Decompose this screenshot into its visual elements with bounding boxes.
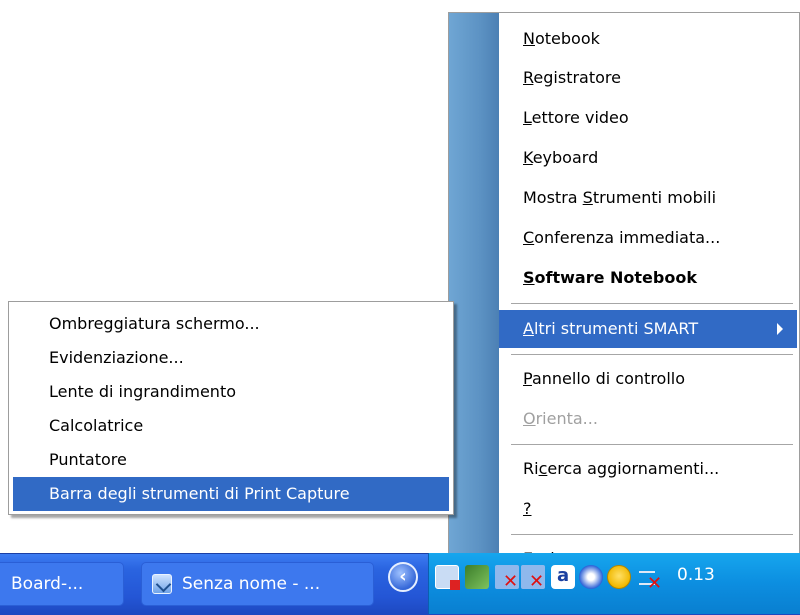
network-x-icon[interactable]: ✕ bbox=[521, 565, 545, 591]
submenu-item-calcolatrice[interactable]: Calcolatrice bbox=[13, 409, 449, 443]
access-key: K bbox=[523, 148, 533, 167]
menu-separator bbox=[511, 444, 793, 445]
smart-tray-context-menu: Notebook Registratore Lettore video Keyb… bbox=[448, 12, 800, 590]
access-key: R bbox=[523, 68, 534, 87]
menu-sidebar-strip bbox=[449, 13, 499, 589]
access-key: N bbox=[523, 29, 535, 48]
adobe-icon[interactable] bbox=[551, 565, 575, 589]
access-key: C bbox=[523, 228, 535, 247]
access-key: ? bbox=[523, 499, 532, 518]
network-disabled-icon[interactable] bbox=[435, 565, 460, 590]
tray-clock[interactable]: 0.13 bbox=[677, 565, 715, 585]
menu-separator bbox=[511, 303, 793, 304]
menu-item-text: annello di controllo bbox=[531, 369, 686, 388]
access-key: S bbox=[523, 268, 535, 287]
network-x-icon[interactable]: ✕ bbox=[495, 565, 519, 591]
menu-item-altri-strumenti-smart[interactable]: Altri strumenti SMART bbox=[499, 310, 797, 348]
menu-item-text: onferenza immediata... bbox=[534, 228, 721, 247]
smart-board-icon[interactable] bbox=[465, 565, 489, 589]
menu-item-text: trumenti mobili bbox=[592, 188, 717, 207]
access-key: A bbox=[523, 319, 534, 338]
menu-item-strumenti-mobili[interactable]: Mostra Strumenti mobili bbox=[511, 179, 797, 217]
altri-strumenti-submenu: Ombreggiatura schermo... Evidenziazione.… bbox=[8, 301, 454, 515]
menu-item-text: Ri bbox=[523, 459, 539, 478]
menu-item-text: otebook bbox=[534, 29, 600, 48]
menu-item-text: Mostra bbox=[523, 188, 583, 207]
tray-expand-chevron-icon[interactable]: ‹ bbox=[388, 562, 418, 592]
menu-item-pannello-di-controllo[interactable]: Pannello di controllo bbox=[511, 360, 797, 398]
submenu-item-evidenziazione[interactable]: Evidenziazione... bbox=[13, 341, 449, 375]
taskbar-button-label: Senza nome - ... bbox=[182, 574, 321, 594]
submenu-arrow-icon bbox=[777, 323, 783, 335]
menu-item-text: ettore video bbox=[531, 108, 629, 127]
menu-item-text: rienta... bbox=[535, 409, 598, 428]
menu-item-text: eyboard bbox=[532, 148, 599, 167]
menu-item-lettore-video[interactable]: Lettore video bbox=[511, 99, 797, 137]
taskbar-button-senza-nome[interactable]: Senza nome - ... bbox=[141, 562, 374, 606]
submenu-item-puntatore[interactable]: Puntatore bbox=[13, 443, 449, 477]
menu-item-keyboard[interactable]: Keyboard bbox=[511, 139, 797, 177]
connection-x-icon[interactable]: ✕ bbox=[637, 565, 662, 593]
menu-separator bbox=[511, 354, 793, 355]
menu-item-orienta: Orienta... bbox=[511, 400, 797, 438]
menu-item-software-notebook[interactable]: Software Notebook bbox=[511, 259, 797, 297]
access-key: O bbox=[523, 409, 536, 428]
access-key: P bbox=[523, 369, 532, 388]
access-key: S bbox=[582, 188, 593, 207]
taskbar-button-board[interactable]: Board-... bbox=[0, 562, 124, 606]
system-tray: ✕ ✕ ✕ 0.13 bbox=[428, 553, 800, 614]
notebook-app-icon bbox=[152, 574, 172, 594]
menu-item-text: egistratore bbox=[533, 68, 621, 87]
smiley-icon[interactable] bbox=[607, 565, 631, 589]
menu-item-help[interactable]: ? bbox=[511, 490, 797, 528]
menu-item-text: erca aggiornamenti... bbox=[547, 459, 720, 478]
menu-item-registratore[interactable]: Registratore bbox=[511, 59, 797, 97]
submenu-item-print-capture[interactable]: Barra degli strumenti di Print Capture bbox=[13, 477, 449, 511]
info-icon[interactable] bbox=[579, 565, 603, 589]
menu-item-text: oftware Notebook bbox=[534, 268, 697, 287]
menu-item-text: ltri strumenti SMART bbox=[533, 319, 699, 338]
menu-item-conferenza[interactable]: Conferenza immediata... bbox=[511, 219, 797, 257]
menu-separator bbox=[511, 534, 793, 535]
submenu-item-ombreggiatura[interactable]: Ombreggiatura schermo... bbox=[13, 307, 449, 341]
menu-item-notebook[interactable]: Notebook bbox=[511, 20, 797, 58]
menu-item-ricerca-aggiornamenti[interactable]: Ricerca aggiornamenti... bbox=[511, 450, 797, 488]
submenu-item-lente[interactable]: Lente di ingrandimento bbox=[13, 375, 449, 409]
access-key: L bbox=[523, 108, 532, 127]
taskbar-button-label: Board-... bbox=[11, 574, 84, 594]
